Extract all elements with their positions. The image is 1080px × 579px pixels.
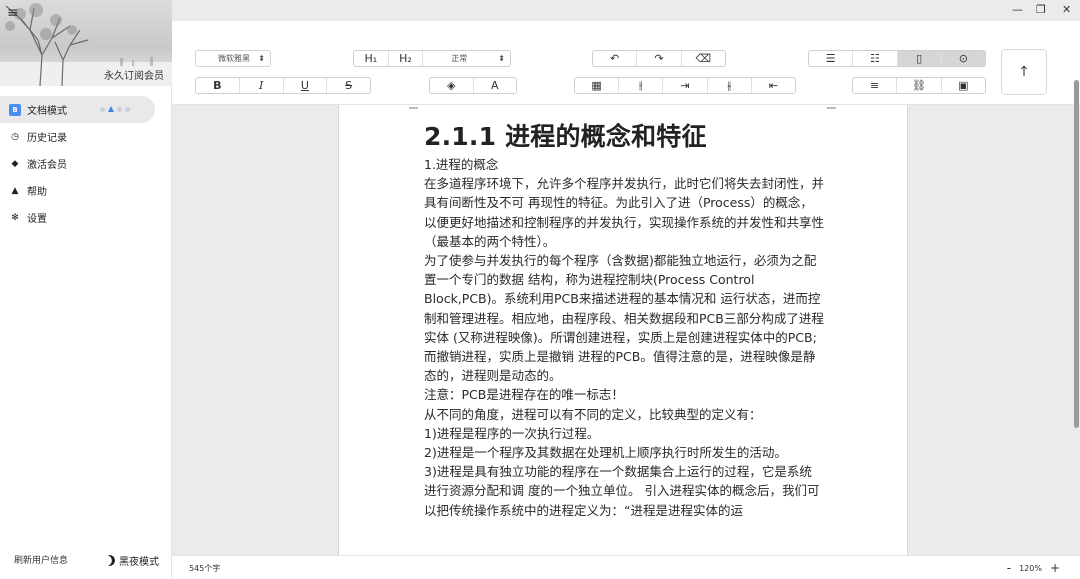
document-page[interactable]: 2.1.1 进程的概念和特征 1.进程的概念 在多道程序环境下，允许多个程序并发…	[338, 105, 908, 555]
page-mode-button[interactable]: ▯	[897, 51, 942, 66]
close-button[interactable]: ✕	[1062, 3, 1071, 16]
h1-button[interactable]: H₁	[354, 51, 389, 66]
italic-button[interactable]: I	[240, 78, 284, 93]
text-color-button[interactable]: A	[474, 78, 517, 93]
bullet-list-button[interactable]: ☷	[853, 51, 898, 66]
membership-label: 永久订阅会员	[104, 71, 164, 82]
eraser-icon[interactable]: ⌫	[682, 51, 725, 66]
paragraph: 为了使参与并发执行的每个程序（含数据)都能独立地运行，必须为之配置一个专门的数据…	[424, 253, 824, 384]
sidebar-item-activate-vip[interactable]: ◆ 激活会员	[0, 150, 172, 177]
sidebar-item-label: 设置	[27, 214, 47, 225]
moon-icon	[102, 553, 116, 567]
zoom-control: - 120% +	[1007, 561, 1060, 575]
underline-button[interactable]: U	[284, 78, 328, 93]
insert-column-icon[interactable]: ⫲	[619, 78, 664, 93]
page-corner-marker	[409, 104, 418, 109]
view-group: ☰ ☷ ▯ ⊙	[808, 50, 986, 67]
paragraph: 1.进程的概念	[424, 157, 499, 172]
fill-color-icon[interactable]: ◈	[430, 78, 474, 93]
maximize-button[interactable]: ❐	[1036, 3, 1046, 16]
doc-icon: B	[9, 103, 21, 116]
sidebar-item-doc-mode[interactable]: B 文档模式	[0, 96, 155, 123]
word-count: 545个字	[189, 564, 221, 573]
image-icon[interactable]: ▣	[942, 78, 985, 93]
updown-icon: ⬍	[258, 54, 265, 63]
paragraph-style-select[interactable]: 正常 ⬍	[423, 51, 510, 66]
member-banner: ≡ 永久订阅会员	[0, 0, 172, 86]
scroll-top-button[interactable]: ↑	[1001, 49, 1047, 95]
paragraph: 注意：PCB是进程存在的唯一标志！	[424, 387, 624, 403]
font-family-value: 微软雅黑	[218, 54, 250, 63]
clock-icon: ◷	[11, 131, 19, 142]
split-column-icon[interactable]: ⫳	[708, 78, 752, 93]
font-family-select[interactable]: 微软雅黑 ⬍	[195, 50, 271, 67]
indent-icon[interactable]: ⇥	[663, 78, 708, 93]
align-icon[interactable]: ≡	[853, 78, 898, 93]
text-format-group: B I U S	[195, 77, 371, 94]
strikethrough-button[interactable]: S	[327, 78, 370, 93]
title-bar: — ❐ ✕	[172, 0, 1080, 21]
editor-toolbar: 微软雅黑 ⬍ H₁ H₂ 正常 ⬍ ↶ ↷ ⌫ ☰ ☷ ▯ ⊙ B I U S …	[172, 21, 1080, 105]
table-group: ▦ ⫲ ⇥ ⫳ ⇤	[574, 77, 796, 94]
sidebar-item-label: 激活会员	[27, 160, 67, 171]
refresh-user-info-button[interactable]: 刷新用户信息	[14, 553, 68, 566]
ordered-list-button[interactable]: ☰	[809, 51, 854, 66]
sidebar: ≡ 永久订阅会员 B 文档模式 ◷ 历史记录 ◆ 激活会员 ▲ 帮助 ✻ 设置 …	[0, 0, 172, 579]
document-content[interactable]: 2.1.1 进程的概念和特征 1.进程的概念 在多道程序环境下，允许多个程序并发…	[424, 119, 824, 520]
h2-button[interactable]: H₂	[389, 51, 424, 66]
page-corner-marker	[827, 104, 836, 109]
menu-icon[interactable]: ≡	[7, 6, 19, 20]
status-bar: 545个字 - 120% +	[172, 555, 1080, 579]
redo-button[interactable]: ↷	[637, 51, 682, 66]
paragraph: 在多道程序环境下，允许多个程序并发执行，此时它们将失去封闭性，并具有间断性及不可…	[424, 176, 825, 249]
bold-button[interactable]: B	[196, 78, 240, 93]
document-heading: 2.1.1 进程的概念和特征	[424, 122, 707, 151]
dark-mode-label: 黑夜模式	[119, 557, 159, 568]
sidebar-item-history[interactable]: ◷ 历史记录	[0, 123, 172, 150]
zoom-level: 120%	[1019, 563, 1042, 573]
heading-group: H₁ H₂ 正常 ⬍	[353, 50, 511, 67]
sidebar-item-label: 历史记录	[27, 133, 67, 144]
paragraph: 2)进程是一个程序及其数据在处理机上顺序执行时所发生的活动。	[424, 445, 787, 461]
paragraph: 3)进程是具有独立功能的程序在一个数据集合上运行的过程，它是系统进行资源分配和调…	[424, 464, 820, 518]
updown-icon: ⬍	[498, 54, 505, 63]
color-group: ◈ A	[429, 77, 517, 94]
sidebar-nav: B 文档模式 ◷ 历史记录 ◆ 激活会员 ▲ 帮助 ✻ 设置	[0, 96, 172, 231]
paragraph: 1)进程是程序的一次执行过程。	[424, 425, 600, 441]
sidebar-item-settings[interactable]: ✻ 设置	[0, 204, 172, 231]
arrow-circle-button[interactable]: ⊙	[941, 51, 985, 66]
minimize-button[interactable]: —	[1012, 3, 1023, 16]
link-icon[interactable]: ⛓	[897, 78, 942, 93]
zoom-out-button[interactable]: -	[1007, 561, 1011, 575]
sidebar-item-help[interactable]: ▲ 帮助	[0, 177, 172, 204]
warning-icon: ▲	[11, 185, 19, 196]
diamond-icon: ◆	[11, 158, 19, 169]
insert-group: ≡ ⛓ ▣	[852, 77, 986, 94]
vertical-scrollbar[interactable]	[1074, 80, 1079, 428]
outdent-icon[interactable]: ⇤	[752, 78, 795, 93]
dark-mode-toggle[interactable]: 黑夜模式	[104, 553, 159, 568]
paragraph-style-value: 正常	[451, 54, 468, 63]
zoom-in-button[interactable]: +	[1050, 561, 1060, 575]
mode-indicator-dots	[100, 106, 130, 112]
undo-button[interactable]: ↶	[593, 51, 638, 66]
arrow-up-icon: ↑	[1018, 64, 1030, 80]
sidebar-item-label: 帮助	[27, 187, 47, 198]
table-icon[interactable]: ▦	[575, 78, 620, 93]
sidebar-item-label: 文档模式	[27, 106, 67, 117]
gear-icon: ✻	[11, 212, 19, 223]
history-group: ↶ ↷ ⌫	[592, 50, 726, 67]
paragraph: 从不同的角度，进程可以有不同的定义，比较典型的定义有：	[424, 406, 762, 422]
